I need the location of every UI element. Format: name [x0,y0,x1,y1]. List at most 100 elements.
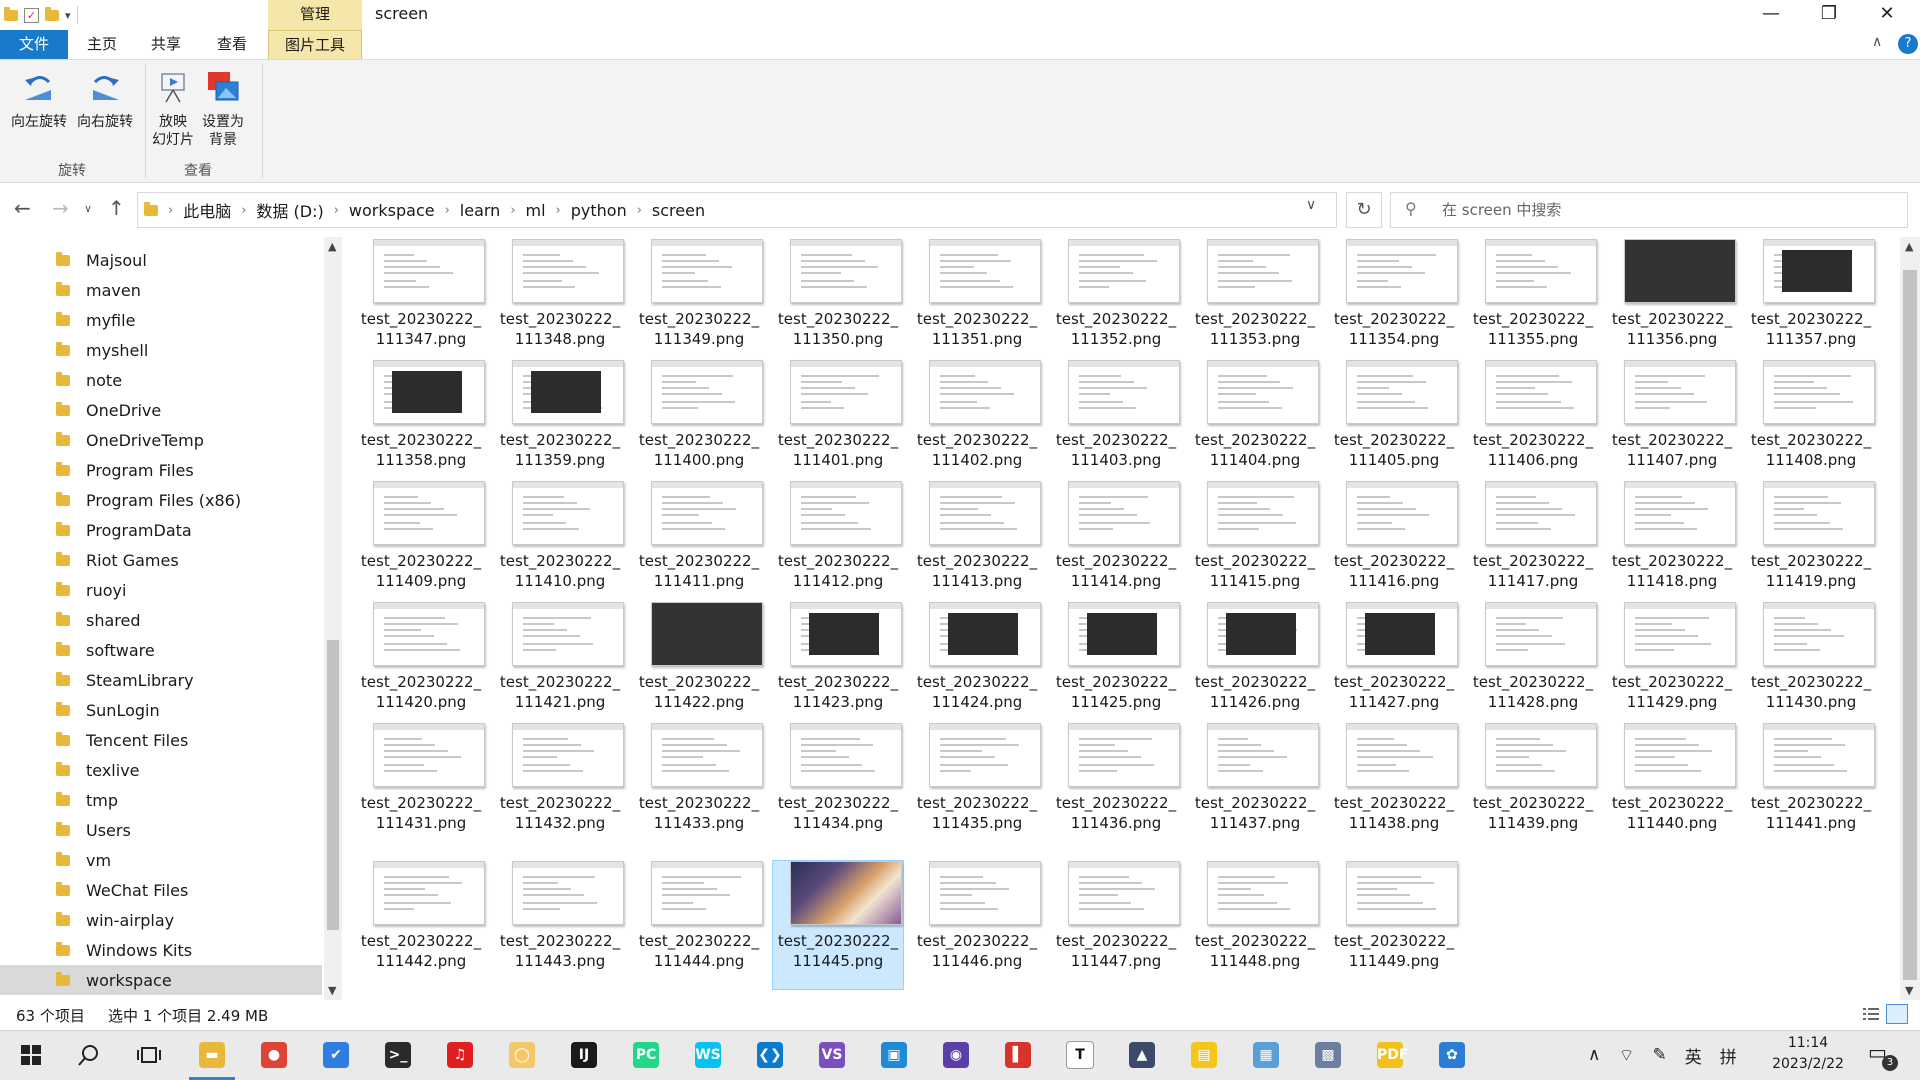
nav-item-majsoul[interactable]: Majsoul [0,245,322,275]
netease-music-taskbar-button[interactable]: ♫ [431,1030,489,1080]
nav-item-riot-games[interactable]: Riot Games [0,545,322,575]
main-scrollbar-thumb[interactable] [1903,270,1917,980]
task-view-button[interactable] [120,1030,178,1080]
file-item[interactable]: test_20230222_ 111359.png [495,360,625,488]
file-item[interactable]: test_20230222_ 111421.png [495,602,625,730]
nav-item-workspace[interactable]: workspace [0,965,322,995]
minimize-button[interactable]: — [1742,0,1800,30]
file-item[interactable]: test_20230222_ 111437.png [1190,723,1320,851]
file-item[interactable]: test_20230222_ 111350.png [773,239,903,367]
file-item[interactable]: test_20230222_ 111415.png [1190,481,1320,609]
tab-share[interactable]: 共享 [144,30,188,59]
file-item[interactable]: test_20230222_ 111349.png [634,239,764,367]
tab-file[interactable]: 文件 [0,30,68,59]
nav-item-onedrive[interactable]: OneDrive [0,395,322,425]
forward-arrow-icon[interactable]: → [52,196,69,220]
red-app-taskbar-button[interactable]: ▌ [989,1030,1047,1080]
file-item[interactable]: test_20230222_ 111435.png [912,723,1042,851]
file-item[interactable]: test_20230222_ 111354.png [1329,239,1459,367]
github-taskbar-button[interactable]: ◉ [927,1030,985,1080]
nav-item-wechat-files[interactable]: WeChat Files [0,875,322,905]
typora-taskbar-button[interactable]: T [1051,1030,1109,1080]
file-item[interactable]: test_20230222_ 111423.png [773,602,903,730]
file-item[interactable]: test_20230222_ 111356.png [1607,239,1737,367]
nav-item-myfile[interactable]: myfile [0,305,322,335]
file-item[interactable]: test_20230222_ 111426.png [1190,602,1320,730]
chevron-right-icon[interactable]: › [241,203,246,218]
pen-icon[interactable]: ✎ [1652,1045,1666,1065]
new-folder-icon[interactable] [45,6,59,21]
recent-locations-chevron-icon[interactable]: ∨ [84,202,92,215]
breadcrumb-learn[interactable]: learn [460,201,501,220]
visual-studio-taskbar-button[interactable]: VS [803,1030,861,1080]
terminal-taskbar-button[interactable]: >_ [369,1030,427,1080]
breadcrumb-data-d[interactable]: 数据 (D:) [256,198,323,222]
up-arrow-icon[interactable]: ↑ [108,196,125,220]
file-item[interactable]: test_20230222_ 111410.png [495,481,625,609]
file-item[interactable]: test_20230222_ 111403.png [1051,360,1181,488]
search-input[interactable] [1440,196,1884,224]
file-item[interactable]: test_20230222_ 111416.png [1329,481,1459,609]
tab-view[interactable]: 查看 [210,30,254,59]
file-item[interactable]: test_20230222_ 111404.png [1190,360,1320,488]
breadcrumb-ml[interactable]: ml [526,201,546,220]
start-button[interactable] [2,1030,60,1080]
address-dropdown-chevron-icon[interactable]: ∨ [1306,197,1316,213]
file-item[interactable]: test_20230222_ 111425.png [1051,602,1181,730]
breadcrumb-python[interactable]: python [571,201,627,220]
file-item[interactable]: test_20230222_ 111357.png [1746,239,1876,367]
file-item[interactable]: test_20230222_ 111418.png [1607,481,1737,609]
search-taskbar-button[interactable] [60,1030,118,1080]
file-item[interactable]: test_20230222_ 111405.png [1329,360,1459,488]
customize-qat-icon[interactable]: ▾ [65,9,71,22]
rotate-right-button[interactable]: 向右旋转 [72,70,138,131]
context-tab-manage[interactable]: 管理 [268,0,362,30]
file-item[interactable]: test_20230222_ 111433.png [634,723,764,851]
nav-scroll-up-icon[interactable]: ▲ [328,240,336,253]
file-item[interactable]: test_20230222_ 111411.png [634,481,764,609]
large-icons-view-icon[interactable] [1886,1004,1908,1024]
file-item[interactable]: test_20230222_ 111353.png [1190,239,1320,367]
file-item[interactable]: test_20230222_ 111413.png [912,481,1042,609]
file-item[interactable]: test_20230222_ 111446.png [912,861,1042,989]
file-item[interactable]: test_20230222_ 111438.png [1329,723,1459,851]
nav-item-program-files[interactable]: Program Files [0,455,322,485]
nav-item-sunlogin[interactable]: SunLogin [0,695,322,725]
main-scroll-down-icon[interactable]: ▼ [1905,984,1913,997]
nav-item-myshell[interactable]: myshell [0,335,322,365]
todo-taskbar-button[interactable]: ✔ [307,1030,365,1080]
nav-item-vm[interactable]: vm [0,845,322,875]
show-hidden-icons-chevron-icon[interactable]: ∧ [1588,1045,1600,1065]
file-item[interactable]: test_20230222_ 111414.png [1051,481,1181,609]
nav-item-shared[interactable]: shared [0,605,322,635]
chevron-right-icon[interactable]: › [556,203,561,218]
file-item[interactable]: test_20230222_ 111352.png [1051,239,1181,367]
nav-item-tmp[interactable]: tmp [0,785,322,815]
file-item[interactable]: test_20230222_ 111419.png [1746,481,1876,609]
file-item[interactable]: test_20230222_ 111443.png [495,861,625,989]
webstorm-taskbar-button[interactable]: WS [679,1030,737,1080]
ime-mode-indicator[interactable]: 拼 [1720,1043,1737,1068]
nav-item-win-airplay[interactable]: win-airplay [0,905,322,935]
file-item[interactable]: test_20230222_ 111406.png [1468,360,1598,488]
pycharm-taskbar-button[interactable]: PC [617,1030,675,1080]
file-item[interactable]: test_20230222_ 111429.png [1607,602,1737,730]
settings-gear-app-taskbar-button[interactable]: ✿ [1423,1030,1481,1080]
file-item[interactable]: test_20230222_ 111420.png [356,602,486,730]
file-item[interactable]: test_20230222_ 111347.png [356,239,486,367]
file-item[interactable]: test_20230222_ 111417.png [1468,481,1598,609]
nav-item-note[interactable]: note [0,365,322,395]
nav-item-windows-kits[interactable]: Windows Kits [0,935,322,965]
remote-desktop-taskbar-button[interactable]: ▦ [1237,1030,1295,1080]
nav-item-ruoyi[interactable]: ruoyi [0,575,322,605]
tab-home[interactable]: 主页 [80,30,124,59]
help-button[interactable]: ? [1898,34,1918,54]
file-item[interactable]: test_20230222_ 111436.png [1051,723,1181,851]
vscode-taskbar-button[interactable]: ❮❯ [741,1030,799,1080]
clock[interactable]: 11:14 2023/2/22 [1760,1033,1856,1075]
chevron-right-icon[interactable]: › [510,203,515,218]
file-item[interactable]: test_20230222_ 111444.png [634,861,764,989]
network-icon[interactable]: ⌔ [1618,1045,1634,1066]
maximize-button[interactable]: ❐ [1800,0,1858,30]
sticky-notes-taskbar-button[interactable]: ▤ [1175,1030,1233,1080]
